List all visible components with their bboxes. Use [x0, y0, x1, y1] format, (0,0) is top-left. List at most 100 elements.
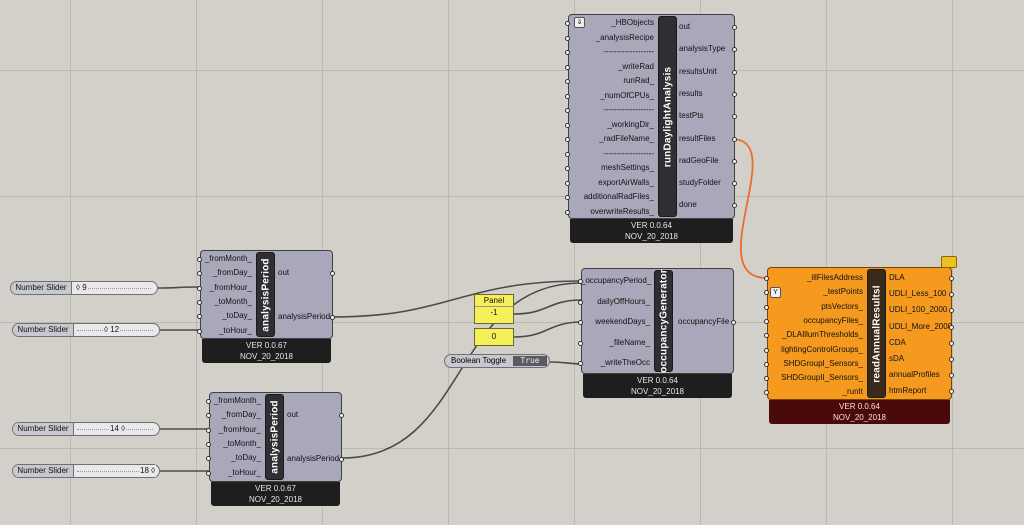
input-grip[interactable]: [764, 347, 769, 353]
input-param-2[interactable]: ptsVectors_: [767, 302, 863, 312]
output-param-2[interactable]: resultsUnit: [679, 67, 717, 77]
input-grip[interactable]: [206, 470, 211, 476]
input-param-2[interactable]: -------------------: [568, 47, 654, 57]
number-slider-1[interactable]: Number Slider ◊ 9: [10, 281, 158, 295]
input-grip[interactable]: [565, 35, 570, 41]
input-param-1[interactable]: _testPoints: [767, 287, 863, 297]
input-param-1[interactable]: dailyOffHours_: [581, 297, 650, 307]
input-grip[interactable]: [764, 304, 769, 310]
output-param-5[interactable]: resultFiles: [679, 134, 715, 144]
input-param-5[interactable]: _toHour_: [200, 326, 252, 336]
input-param-3[interactable]: _fileName_: [581, 338, 650, 348]
input-param-4[interactable]: _writeTheOcc: [581, 358, 650, 368]
output-grip[interactable]: [949, 357, 954, 362]
output-grip[interactable]: [330, 315, 335, 320]
input-param-2[interactable]: weekendDays_: [581, 317, 650, 327]
input-param-8[interactable]: _radFileName_: [568, 134, 654, 144]
input-grip[interactable]: [565, 108, 570, 113]
input-grip[interactable]: [578, 279, 583, 284]
input-grip[interactable]: [565, 122, 570, 128]
output-param-3[interactable]: results: [679, 89, 703, 99]
panel-1[interactable]: Panel -1: [474, 294, 514, 324]
input-param-5[interactable]: _toHour_: [209, 468, 261, 478]
output-param-1[interactable]: analysisPeriod: [278, 312, 330, 322]
input-param-3[interactable]: _toMonth_: [200, 297, 252, 307]
input-grip[interactable]: [565, 64, 570, 70]
output-param-0[interactable]: out: [287, 410, 298, 420]
output-param-0[interactable]: out: [679, 22, 690, 32]
input-param-8[interactable]: _runIt: [767, 387, 863, 397]
output-param-1[interactable]: analysisPeriod: [287, 454, 339, 464]
input-grip[interactable]: [565, 93, 570, 99]
input-param-1[interactable]: _fromDay_: [209, 410, 261, 420]
output-param-5[interactable]: sDA: [889, 354, 904, 364]
slider-value[interactable]: 14 ◊: [109, 423, 127, 435]
output-param-7[interactable]: htmReport: [889, 386, 926, 396]
input-grip[interactable]: [565, 166, 570, 171]
input-param-6[interactable]: SHDGroupI_Sensors_: [767, 359, 863, 369]
boolean-toggle[interactable]: Boolean Toggle True: [444, 354, 550, 368]
output-param-3[interactable]: UDLI_More_2000: [889, 322, 952, 332]
input-param-5[interactable]: _numOfCPUs_: [568, 91, 654, 101]
input-param-6[interactable]: -------------------: [568, 105, 654, 115]
input-grip[interactable]: [206, 441, 211, 447]
toggle-value[interactable]: True: [513, 356, 547, 366]
panel-value[interactable]: 0: [475, 329, 513, 345]
read-annual-results-component[interactable]: Y _illFilesAddress _testPoints ptsVectors_…: [764, 267, 954, 424]
output-param-0[interactable]: out: [278, 268, 289, 278]
output-param-4[interactable]: testPts: [679, 111, 703, 121]
input-param-3[interactable]: _toMonth_: [209, 439, 261, 449]
input-param-4[interactable]: runRad_: [568, 76, 654, 86]
input-param-0[interactable]: _fromMonth_: [200, 254, 252, 264]
message-balloon-icon[interactable]: [941, 256, 957, 268]
input-grip[interactable]: [565, 79, 570, 84]
input-param-13[interactable]: overwriteResults_: [568, 207, 654, 217]
input-param-9[interactable]: -------------------: [568, 149, 654, 159]
output-grip[interactable]: [732, 69, 737, 75]
panel-2[interactable]: 0: [474, 328, 514, 346]
output-grip[interactable]: [731, 320, 736, 325]
output-grip[interactable]: [949, 276, 954, 281]
output-param-0[interactable]: DLA: [889, 273, 905, 283]
analysis-period-component-1[interactable]: _fromMonth_ _fromDay_ _fromHour_ _toMonth_ _…: [197, 250, 335, 363]
number-slider-4[interactable]: Number Slider 18 ◊: [12, 464, 160, 478]
input-param-12[interactable]: additionalRadFiles_: [568, 192, 654, 202]
input-grip[interactable]: [764, 361, 769, 367]
output-param-7[interactable]: studyFolder: [679, 178, 721, 188]
input-grip[interactable]: [578, 340, 583, 346]
input-param-2[interactable]: _fromHour_: [200, 283, 252, 293]
input-param-4[interactable]: _toDay_: [200, 311, 252, 321]
output-param-2[interactable]: UDLI_100_2000: [889, 305, 947, 315]
slider-value[interactable]: 18 ◊: [139, 465, 157, 477]
output-param-0[interactable]: occupancyFile: [678, 317, 729, 327]
slider-value[interactable]: ◊ 9: [75, 282, 88, 294]
input-grip[interactable]: [197, 257, 202, 262]
input-grip[interactable]: [578, 299, 583, 305]
output-grip[interactable]: [949, 340, 954, 346]
output-param-4[interactable]: CDA: [889, 338, 906, 348]
input-grip[interactable]: [578, 361, 583, 366]
output-param-1[interactable]: UDLI_Less_100: [889, 289, 946, 299]
output-param-1[interactable]: analysisType: [679, 44, 725, 54]
output-param-6[interactable]: radGeoFile: [679, 156, 719, 166]
input-grip[interactable]: [565, 209, 570, 215]
input-grip[interactable]: [565, 151, 570, 157]
input-param-7[interactable]: _workingDir_: [568, 120, 654, 130]
panel-value[interactable]: -1: [475, 307, 513, 319]
input-param-3[interactable]: _writeRad: [568, 62, 654, 72]
input-param-3[interactable]: occupancyFiles_: [767, 316, 863, 326]
output-grip[interactable]: [732, 91, 737, 97]
input-param-0[interactable]: _fromMonth_: [209, 396, 261, 406]
input-grip[interactable]: [197, 299, 202, 305]
input-param-4[interactable]: _toDay_: [209, 453, 261, 463]
number-slider-2[interactable]: Number Slider ◊ 12: [12, 323, 160, 337]
analysis-period-component-2[interactable]: _fromMonth_ _fromDay_ _fromHour_ _toMonth_ _…: [206, 392, 344, 506]
output-param-8[interactable]: done: [679, 200, 697, 210]
input-param-0[interactable]: _illFilesAddress: [767, 273, 863, 283]
output-grip[interactable]: [732, 136, 737, 142]
occupancy-generator-component[interactable]: _occupancyPeriod_ dailyOffHours_ weekendDa…: [578, 268, 736, 398]
output-grip[interactable]: [732, 158, 737, 164]
input-param-1[interactable]: _fromDay_: [200, 268, 252, 278]
number-slider-3[interactable]: Number Slider 14 ◊: [12, 422, 160, 436]
input-grip[interactable]: [764, 318, 769, 324]
